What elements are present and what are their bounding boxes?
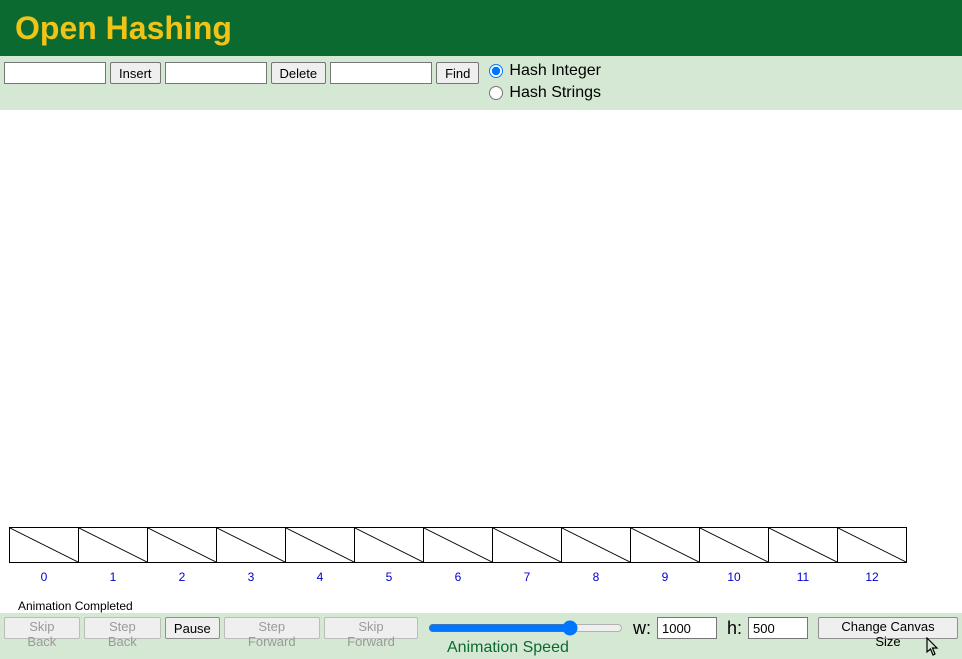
canvas-area: 0123456789101112 Animation Completed bbox=[0, 110, 962, 613]
page-title: Open Hashing bbox=[15, 10, 232, 47]
hash-cell bbox=[285, 527, 355, 563]
hash-index-label: 5 bbox=[354, 570, 424, 584]
hash-cell bbox=[354, 527, 424, 563]
hash-mode-group: Hash Integer Hash Strings bbox=[489, 62, 601, 102]
hash-strings-label: Hash Strings bbox=[509, 84, 601, 102]
hash-cell bbox=[699, 527, 769, 563]
hash-table bbox=[10, 527, 907, 563]
hash-index-label: 2 bbox=[147, 570, 217, 584]
hash-cell bbox=[492, 527, 562, 563]
hash-cell bbox=[837, 527, 907, 563]
insert-input[interactable] bbox=[4, 62, 106, 84]
hash-cell bbox=[630, 527, 700, 563]
hash-strings-option[interactable]: Hash Strings bbox=[489, 84, 601, 102]
hash-cell bbox=[78, 527, 148, 563]
height-input[interactable] bbox=[748, 617, 808, 639]
hash-cell bbox=[423, 527, 493, 563]
height-label: h: bbox=[727, 617, 742, 639]
speed-slider-wrap bbox=[428, 617, 623, 639]
find-input[interactable] bbox=[330, 62, 432, 84]
hash-index-label: 4 bbox=[285, 570, 355, 584]
hash-cell bbox=[9, 527, 79, 563]
hash-integer-option[interactable]: Hash Integer bbox=[489, 62, 601, 80]
hash-cell bbox=[561, 527, 631, 563]
delete-input[interactable] bbox=[165, 62, 267, 84]
hash-index-label: 6 bbox=[423, 570, 493, 584]
hash-cell bbox=[216, 527, 286, 563]
hash-index-label: 0 bbox=[9, 570, 79, 584]
hash-index-label: 12 bbox=[837, 570, 907, 584]
hash-cell bbox=[147, 527, 217, 563]
delete-button[interactable]: Delete bbox=[271, 62, 327, 84]
hash-index-label: 7 bbox=[492, 570, 562, 584]
animation-speed-label: Animation Speed bbox=[447, 639, 569, 657]
hash-strings-radio[interactable] bbox=[489, 86, 503, 100]
hash-indices: 0123456789101112 bbox=[10, 570, 907, 584]
header: Open Hashing bbox=[0, 0, 962, 56]
change-canvas-size-button[interactable]: Change Canvas Size bbox=[818, 617, 958, 639]
speed-slider[interactable] bbox=[428, 620, 623, 636]
footer-bar: Skip Back Step Back Pause Step Forward S… bbox=[0, 613, 962, 659]
hash-index-label: 3 bbox=[216, 570, 286, 584]
skip-back-button[interactable]: Skip Back bbox=[4, 617, 80, 639]
step-forward-button[interactable]: Step Forward bbox=[224, 617, 320, 639]
controls-bar: Insert Delete Find Hash Integer Hash Str… bbox=[0, 56, 962, 110]
hash-index-label: 1 bbox=[78, 570, 148, 584]
width-label: w: bbox=[633, 617, 651, 639]
hash-cell bbox=[768, 527, 838, 563]
skip-forward-button[interactable]: Skip Forward bbox=[324, 617, 418, 639]
hash-index-label: 8 bbox=[561, 570, 631, 584]
hash-index-label: 11 bbox=[768, 570, 838, 584]
hash-index-label: 10 bbox=[699, 570, 769, 584]
hash-index-label: 9 bbox=[630, 570, 700, 584]
hash-integer-label: Hash Integer bbox=[509, 62, 601, 80]
pause-button[interactable]: Pause bbox=[165, 617, 220, 639]
find-button[interactable]: Find bbox=[436, 62, 479, 84]
step-back-button[interactable]: Step Back bbox=[84, 617, 161, 639]
width-input[interactable] bbox=[657, 617, 717, 639]
insert-button[interactable]: Insert bbox=[110, 62, 161, 84]
status-text: Animation Completed bbox=[18, 599, 133, 613]
hash-integer-radio[interactable] bbox=[489, 64, 503, 78]
